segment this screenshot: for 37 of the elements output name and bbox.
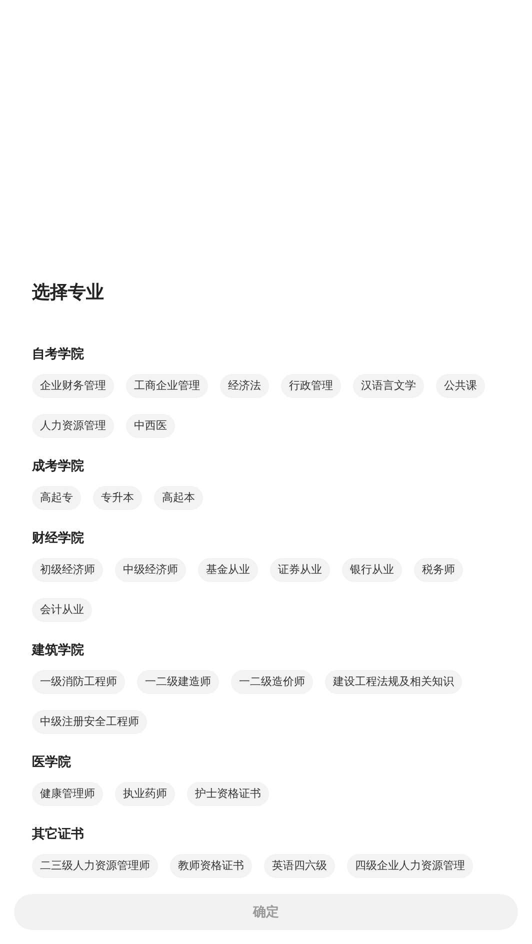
major-option[interactable]: 护士资格证书	[187, 782, 269, 806]
major-option[interactable]: 证券从业	[270, 558, 330, 582]
major-option[interactable]: 人力资源管理	[32, 414, 114, 438]
major-option[interactable]: 企业财务管理	[32, 374, 114, 398]
section-heading: 自考学院	[32, 346, 84, 364]
section-heading: 成考学院	[32, 458, 84, 476]
section-heading: 其它证书	[32, 826, 84, 844]
major-option[interactable]: 一二级造价师	[231, 670, 313, 694]
major-option[interactable]: 一二级建造师	[137, 670, 219, 694]
major-option[interactable]: 一级消防工程师	[32, 670, 125, 694]
major-option[interactable]: 工商企业管理	[126, 374, 208, 398]
major-option[interactable]: 二三级人力资源管理师	[32, 854, 158, 878]
section-heading: 财经学院	[32, 530, 84, 548]
major-option[interactable]: 经济法	[220, 374, 269, 398]
major-option[interactable]: 中级注册安全工程师	[32, 710, 147, 734]
major-option[interactable]: 中级经济师	[115, 558, 186, 582]
major-option[interactable]: 基金从业	[198, 558, 258, 582]
major-option[interactable]: 行政管理	[281, 374, 341, 398]
major-option[interactable]: 公共课	[436, 374, 485, 398]
major-option[interactable]: 银行从业	[342, 558, 402, 582]
major-option[interactable]: 专升本	[93, 486, 142, 510]
major-option[interactable]: 汉语言文学	[353, 374, 424, 398]
major-option[interactable]: 中西医	[126, 414, 175, 438]
section-heading: 医学院	[32, 754, 71, 772]
major-option[interactable]: 初级经济师	[32, 558, 103, 582]
section-heading: 建筑学院	[32, 642, 84, 660]
major-option[interactable]: 高起专	[32, 486, 81, 510]
sheet-title: 选择专业	[31, 281, 105, 305]
major-option[interactable]: 税务师	[414, 558, 463, 582]
major-option[interactable]: 会计从业	[32, 598, 92, 622]
major-option[interactable]: 教师资格证书	[170, 854, 252, 878]
major-option[interactable]: 四级企业人力资源管理	[347, 854, 473, 878]
major-option[interactable]: 英语四六级	[264, 854, 335, 878]
major-option[interactable]: 执业药师	[115, 782, 175, 806]
major-option[interactable]: 健康管理师	[32, 782, 103, 806]
major-option[interactable]: 高起本	[154, 486, 203, 510]
major-option[interactable]: 建设工程法规及相关知识	[325, 670, 462, 694]
